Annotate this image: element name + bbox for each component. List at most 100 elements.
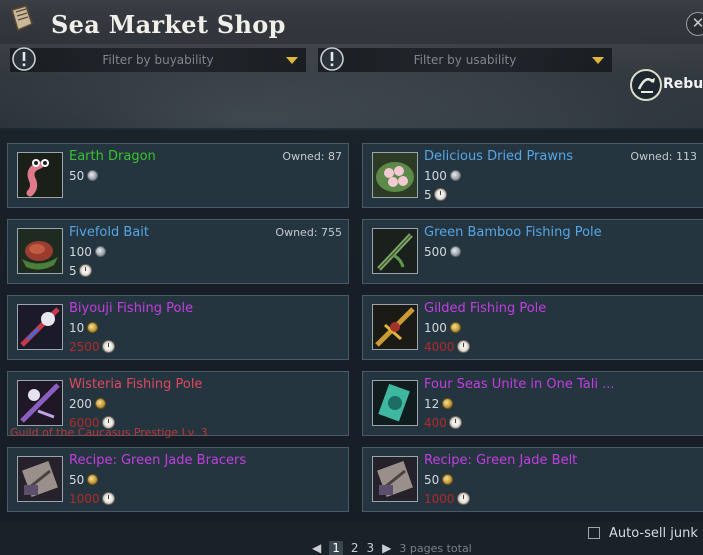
gilded-pole-icon — [372, 304, 418, 350]
secondary-price-row: 1000 — [424, 492, 470, 506]
gold-coin-icon — [87, 322, 99, 333]
shop-item-green-bamboo-fishing-pole[interactable]: Green Bamboo Fishing Pole 500 — [362, 219, 703, 284]
price-value: 100 — [424, 321, 447, 335]
silver-coin-icon — [449, 170, 461, 181]
pages-total: 3 pages total — [399, 542, 472, 555]
price-value: 12 — [424, 397, 440, 411]
biyouji-pole-icon — [17, 304, 63, 350]
price-value: 10 — [69, 321, 85, 335]
dried-prawns-icon — [372, 152, 418, 198]
secondary-price-value: 400 — [424, 416, 447, 430]
price-row: 50 — [69, 169, 99, 183]
time-coin-icon — [78, 264, 92, 277]
price-value: 50 — [424, 473, 440, 487]
page-3[interactable]: 3 — [367, 541, 375, 555]
prev-page-icon[interactable]: ◀ — [312, 541, 321, 555]
shop-item-four-seas-unite-talisman[interactable]: Four Seas Unite in One Tali ... 12 400 — [362, 371, 703, 436]
filter-buyability-label: Filter by buyability — [102, 53, 214, 67]
silver-coin-icon — [449, 246, 461, 257]
rebuy-icon[interactable] — [629, 68, 663, 102]
page-2[interactable]: 2 — [351, 541, 359, 555]
price-value: 500 — [424, 245, 447, 259]
item-name: Biyouji Fishing Pole — [69, 301, 194, 316]
secondary-price-value: 1000 — [69, 492, 100, 506]
secondary-price-row: 5 — [69, 264, 92, 278]
shop-item-earth-dragon[interactable]: Earth Dragon Owned: 87 50 — [7, 143, 349, 208]
item-name: Four Seas Unite in One Tali ... — [424, 377, 615, 392]
earth-dragon-icon — [17, 152, 63, 198]
price-row: 100 — [424, 321, 461, 335]
price-row: 100 — [69, 245, 106, 259]
owned-count: Owned: 755 — [275, 226, 342, 239]
shop-item-fivefold-bait[interactable]: Fivefold Bait Owned: 755 100 5 — [7, 219, 349, 284]
shop-item-biyouji-fishing-pole[interactable]: Biyouji Fishing Pole 10 2500 — [7, 295, 349, 360]
title-bar: Sea Market Shop ✕ — [0, 0, 703, 44]
fivefold-bait-icon — [17, 228, 63, 274]
price-row: 100 — [424, 169, 461, 183]
time-coin-icon — [448, 416, 462, 429]
auto-sell-checkbox[interactable] — [588, 527, 600, 539]
gold-coin-icon — [449, 322, 461, 333]
price-row: 50 — [424, 473, 454, 487]
gold-coin-icon — [87, 474, 99, 485]
chevron-down-icon — [286, 57, 298, 64]
price-row: 10 — [69, 321, 99, 335]
gold-coin-icon — [442, 398, 454, 409]
owned-count: Owned: 113 — [630, 150, 697, 163]
item-name: Fivefold Bait — [69, 225, 149, 240]
secondary-price-value: 5 — [69, 264, 77, 278]
price-value: 100 — [424, 169, 447, 183]
filter-buyability[interactable]: Filter by buyability — [10, 47, 306, 72]
shop-item-delicious-dried-prawns[interactable]: Delicious Dried Prawns Owned: 113 100 5 — [362, 143, 703, 208]
time-coin-icon — [433, 188, 447, 201]
item-name: Green Bamboo Fishing Pole — [424, 225, 602, 240]
price-row: 500 — [424, 245, 461, 259]
chevron-down-icon — [592, 57, 604, 64]
shop-item-recipe-green-jade-belt[interactable]: Recipe: Green Jade Belt 50 1000 — [362, 447, 703, 512]
shop-item-gilded-fishing-pole[interactable]: Gilded Fishing Pole 100 4000 — [362, 295, 703, 360]
item-name: Gilded Fishing Pole — [424, 301, 547, 316]
secondary-price-row: 400 — [424, 416, 462, 430]
auto-sell-label[interactable]: Auto-sell junk — [609, 526, 698, 541]
warning-icon — [12, 47, 36, 71]
page-title: Sea Market Shop — [51, 10, 286, 39]
gold-coin-icon — [94, 398, 106, 409]
item-name: Earth Dragon — [69, 149, 156, 164]
secondary-price-row: 1000 — [69, 492, 115, 506]
time-coin-icon — [101, 492, 115, 505]
price-row: 12 — [424, 397, 454, 411]
price-value: 50 — [69, 473, 85, 487]
time-coin-icon — [101, 340, 115, 353]
item-name: Recipe: Green Jade Belt — [424, 453, 578, 468]
next-page-icon[interactable]: ▶ — [382, 541, 391, 555]
gold-coin-icon — [442, 474, 454, 485]
time-coin-icon — [456, 492, 470, 505]
secondary-price-row: 2500 — [69, 340, 115, 354]
price-row: 50 — [69, 473, 99, 487]
secondary-price-value: 2500 — [69, 340, 100, 354]
bamboo-pole-icon — [372, 228, 418, 274]
silver-coin-icon — [87, 170, 99, 181]
page-1[interactable]: 1 — [329, 541, 343, 555]
price-value: 50 — [69, 169, 85, 183]
filter-usability-label: Filter by usability — [413, 53, 517, 67]
scroll-icon — [11, 5, 33, 32]
wisteria-pole-icon — [17, 380, 63, 426]
warning-icon — [320, 47, 344, 71]
secondary-price-value: 5 — [424, 188, 432, 202]
time-coin-icon — [456, 340, 470, 353]
owned-count: Owned: 87 — [282, 150, 342, 163]
shop-item-recipe-green-jade-bracers[interactable]: Recipe: Green Jade Bracers 50 1000 — [7, 447, 349, 512]
item-name: Recipe: Green Jade Bracers — [69, 453, 247, 468]
price-value: 200 — [69, 397, 92, 411]
purchase-condition: Guild of the Caucasus Prestige Lv. 3 — [10, 426, 208, 439]
recipe-scroll-icon — [17, 456, 63, 502]
item-name: Wisteria Fishing Pole — [69, 377, 203, 392]
talisman-icon — [372, 380, 418, 426]
filter-usability[interactable]: Filter by usability — [318, 47, 612, 72]
close-button[interactable]: ✕ — [686, 12, 703, 36]
secondary-price-value: 4000 — [424, 340, 455, 354]
silver-coin-icon — [94, 246, 106, 257]
secondary-price-row: 4000 — [424, 340, 470, 354]
rebuy-button[interactable]: Rebuy — [663, 76, 703, 92]
